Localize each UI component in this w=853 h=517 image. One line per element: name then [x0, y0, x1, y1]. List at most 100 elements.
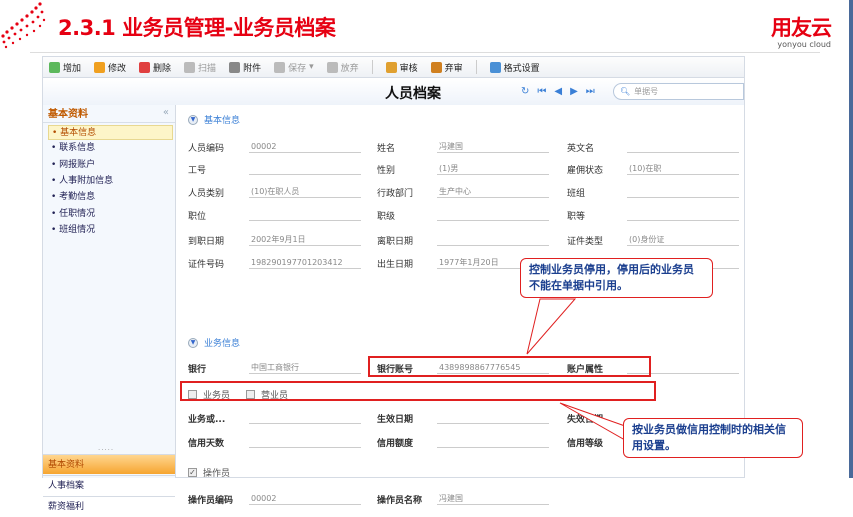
toolbar-button-label: 审核 — [399, 63, 418, 74]
field-input[interactable]: 198290197701203412 — [249, 255, 361, 269]
field-label: 职位 — [188, 212, 207, 222]
sidebar-item[interactable]: • 网报账户 — [48, 158, 173, 173]
callout-credit-settings: 按业务员做信用控制时的相关信用设置。 — [623, 418, 803, 458]
sidebar-tab[interactable]: 基本资料 — [43, 454, 175, 474]
field-label: 性别 — [377, 166, 396, 176]
field-input[interactable]: (1)男 — [437, 161, 549, 175]
decorative-dots — [1, 2, 46, 49]
toolbar-separator — [371, 60, 373, 74]
field-input[interactable] — [437, 232, 549, 246]
toolbar-button-pencil[interactable]: 修改 — [94, 61, 126, 74]
toolbar-button-label: 扫描 — [198, 63, 217, 74]
field-label: 离职日期 — [377, 237, 414, 247]
toolbar-button-add[interactable]: 增加 — [49, 61, 81, 74]
record-navigation: ↻ ⏮ ◀ ▶ ⏭ — [521, 86, 595, 97]
field-input[interactable]: (10)在职人员 — [249, 184, 361, 198]
field-input[interactable]: 生产中心 — [437, 184, 549, 198]
section-title: 基本信息 — [204, 116, 241, 126]
field-input[interactable] — [437, 207, 549, 221]
sidebar-item-label: 人事附加信息 — [59, 175, 114, 186]
field-input[interactable] — [627, 139, 739, 153]
field-input[interactable]: 2002年9月1日 — [249, 232, 361, 246]
field-input[interactable]: 冯建国 — [437, 139, 549, 153]
field-label: 职等 — [567, 212, 586, 222]
toolbar-button-approve[interactable]: 审核 — [385, 61, 418, 74]
field-input[interactable] — [249, 161, 361, 175]
field-input[interactable] — [627, 207, 739, 221]
document-number-search[interactable]: 🔍︎ 单据号 — [613, 83, 744, 100]
section-business-info[interactable]: ▼ 业务信息 — [188, 336, 240, 349]
next-record-icon[interactable]: ▶ — [570, 86, 578, 97]
scan-icon — [184, 61, 196, 73]
last-record-icon[interactable]: ⏭ — [586, 86, 595, 97]
field-label: 人员编码 — [188, 144, 225, 154]
chevron-down-icon[interactable]: ▾ — [309, 62, 314, 72]
field-input[interactable]: 中国工商银行 — [249, 360, 361, 374]
expand-icon: ▼ — [188, 337, 198, 348]
sidebar: 基本资料 « • 基本信息 • 联系信息 • 网报账户 • 人事附加信息 • 考勤信息 •… — [43, 105, 176, 512]
checkbox-operator[interactable]: ✓ 操作员 — [188, 466, 230, 479]
splitter-grip[interactable]: ····· — [98, 446, 114, 454]
field-input[interactable] — [249, 410, 361, 424]
sidebar-item[interactable]: • 联系信息 — [48, 141, 173, 156]
toolbar-button-label: 弃审 — [444, 63, 463, 74]
sidebar-item[interactable]: • 人事附加信息 — [48, 174, 173, 189]
section-basic-info[interactable]: ▼ 基本信息 — [188, 113, 240, 126]
field-input[interactable] — [627, 184, 739, 198]
field-label: 工号 — [188, 166, 207, 176]
field-input[interactable] — [437, 434, 549, 448]
toolbar-button-save[interactable]: 保存 ▾ — [274, 61, 314, 74]
toolbar-button-discard[interactable]: 放弃 — [326, 61, 359, 74]
toolbar-button-format[interactable]: 格式设置 — [489, 61, 540, 74]
field-input[interactable] — [249, 207, 361, 221]
field-label: 信用等级 — [567, 439, 604, 449]
field-label: 失效日期 — [567, 415, 604, 425]
sidebar-item[interactable]: • 考勤信息 — [48, 190, 173, 205]
sidebar-tab[interactable]: 薪资福利 — [43, 496, 175, 516]
field-input[interactable]: 00002 — [249, 491, 361, 505]
divider — [30, 52, 820, 53]
logo-main: 用友云 — [771, 16, 832, 40]
field-input[interactable] — [249, 434, 361, 448]
first-record-icon[interactable]: ⏮ — [537, 86, 546, 97]
sidebar-header: 基本资料 — [43, 107, 175, 123]
toolbar-button-unapprove[interactable]: 弃审 — [430, 61, 463, 74]
collapse-icon[interactable]: « — [163, 107, 169, 118]
yonyou-logo: 用友云 yonyou cloud — [771, 12, 832, 49]
field-label: 信用天数 — [188, 439, 225, 449]
search-icon: 🔍︎ — [620, 87, 631, 96]
field-label: 雇佣状态 — [567, 166, 604, 176]
unapprove-icon — [430, 61, 442, 73]
sidebar-item-label: 联系信息 — [59, 143, 96, 154]
field-label: 证件号码 — [188, 260, 225, 270]
field-input[interactable]: (10)在职 — [627, 161, 739, 175]
refresh-icon[interactable]: ↻ — [521, 86, 529, 97]
toolbar-separator — [475, 60, 477, 74]
field-input[interactable]: 冯建国 — [437, 491, 549, 505]
field-label: 班组 — [567, 189, 586, 199]
sidebar-tab[interactable]: 人事档案 — [43, 475, 175, 495]
search-placeholder: 单据号 — [634, 87, 659, 96]
field-input[interactable] — [437, 410, 549, 424]
toolbar-button-delete[interactable]: 删除 — [139, 61, 171, 74]
toolbar-button-paperclip[interactable]: 附件 — [229, 61, 261, 74]
toolbar-button-scan[interactable]: 扫描 — [184, 61, 216, 74]
logo-sub: yonyou cloud — [777, 40, 831, 49]
field-label: 出生日期 — [377, 260, 414, 270]
sidebar-item[interactable]: • 基本信息 — [48, 125, 173, 140]
prev-record-icon[interactable]: ◀ — [554, 86, 562, 97]
toolbar-button-label: 修改 — [108, 63, 127, 74]
sidebar-item[interactable]: • 班组情况 — [48, 223, 173, 238]
slide-title: 2.3.1 业务员管理-业务员档案 — [58, 16, 336, 40]
field-input[interactable]: 00002 — [249, 139, 361, 153]
field-label: 英文名 — [567, 144, 595, 154]
field-input[interactable]: (0)身份证 — [627, 232, 739, 246]
sidebar-item-label: 考勤信息 — [59, 192, 96, 203]
field-label: 证件类型 — [567, 237, 604, 247]
paperclip-icon — [229, 61, 241, 73]
sidebar-item[interactable]: • 任职情况 — [48, 207, 173, 222]
callout-disable-salesman: 控制业务员停用，停用后的业务员不能在单据中引用。 — [520, 258, 713, 298]
checkbox-label: 操作员 — [203, 469, 231, 479]
pencil-icon — [94, 61, 106, 73]
toolbar: 增加 修改 删除 扫描 附件 保存 ▾ 放弃 审核 弃审 格式设置 — [43, 57, 744, 78]
